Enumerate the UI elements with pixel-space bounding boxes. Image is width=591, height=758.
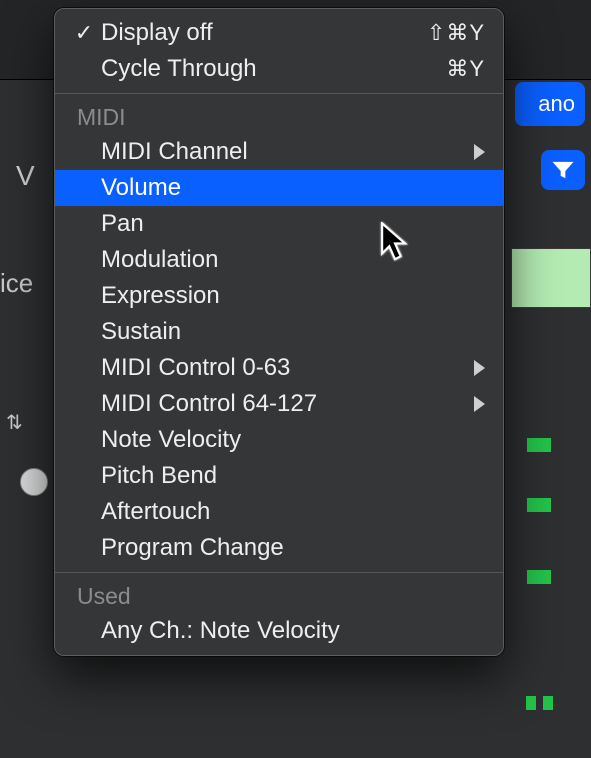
menu-item-shortcut: ⌘Y [446,56,485,82]
menu-item-aftertouch[interactable]: Aftertouch [55,494,503,530]
menu-item-modulation[interactable]: Modulation [55,242,503,278]
automation-parameter-menu[interactable]: ✓ Display off ⇧⌘Y Cycle Through ⌘Y MIDI … [54,8,504,656]
menu-item-label: Program Change [101,534,485,562]
menu-item-label: Display off [101,19,427,47]
bg-track-pill-text: ano [538,91,575,117]
menu-item-cycle-through[interactable]: Cycle Through ⌘Y [55,51,503,87]
menu-separator [55,572,503,573]
menu-item-label: Pan [101,210,485,238]
menu-item-pan[interactable]: Pan [55,206,503,242]
bg-v-label: V [16,160,35,192]
section-header-label: Used [77,583,131,610]
menu-item-display-off[interactable]: ✓ Display off ⇧⌘Y [55,15,503,51]
menu-item-label: Any Ch.: Note Velocity [101,617,485,645]
checkmark-icon: ✓ [67,20,101,46]
menu-separator [55,93,503,94]
bg-green-marker [527,570,551,584]
chevron-right-icon [474,396,485,412]
menu-section-header-midi: MIDI [55,100,503,134]
menu-section-header-used: Used [55,579,503,613]
menu-item-label: Aftertouch [101,498,485,526]
menu-item-label: Modulation [101,246,485,274]
filter-icon [549,156,577,184]
menu-item-shortcut: ⇧⌘Y [427,20,485,46]
chevron-right-icon [474,360,485,376]
menu-item-program-change[interactable]: Program Change [55,530,503,566]
menu-item-midi-channel[interactable]: MIDI Channel [55,134,503,170]
bg-region-block[interactable] [511,248,591,308]
menu-item-label: MIDI Control 64-127 [101,390,466,418]
bg-green-marker [527,438,551,452]
bg-stepper-icon[interactable]: ⇅ [6,410,23,435]
menu-item-sustain[interactable]: Sustain [55,314,503,350]
bg-slider-knob[interactable] [20,468,48,496]
menu-item-midi-control-64-127[interactable]: MIDI Control 64-127 [55,386,503,422]
menu-item-label: Cycle Through [101,55,446,83]
menu-item-label: Volume [101,174,485,202]
bg-green-marker [527,498,551,512]
bg-green-marker [543,696,553,710]
section-header-label: MIDI [77,104,126,131]
menu-item-label: MIDI Control 0-63 [101,354,466,382]
menu-item-label: Pitch Bend [101,462,485,490]
menu-item-note-velocity[interactable]: Note Velocity [55,422,503,458]
bg-track-pill[interactable]: ano [515,82,585,126]
menu-item-expression[interactable]: Expression [55,278,503,314]
menu-item-midi-control-0-63[interactable]: MIDI Control 0-63 [55,350,503,386]
menu-item-any-ch-note-velocity[interactable]: Any Ch.: Note Velocity [55,613,503,649]
menu-item-label: Expression [101,282,485,310]
chevron-right-icon [474,144,485,160]
bg-green-marker [526,696,536,710]
menu-item-volume[interactable]: Volume [55,170,503,206]
filter-button[interactable] [541,150,585,190]
menu-item-label: Note Velocity [101,426,485,454]
bg-ice-label: ice [0,268,33,299]
menu-item-pitch-bend[interactable]: Pitch Bend [55,458,503,494]
menu-item-label: MIDI Channel [101,138,466,166]
menu-item-label: Sustain [101,318,485,346]
